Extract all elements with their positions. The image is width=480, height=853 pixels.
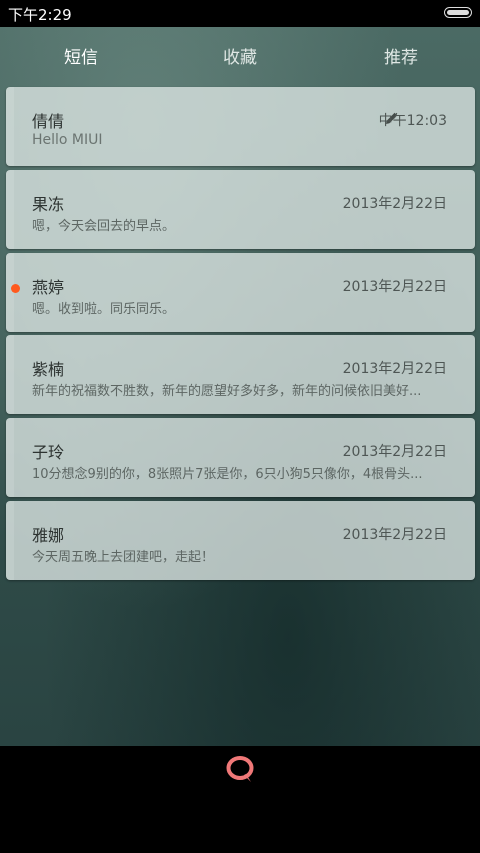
- message-date: 2013年2月22日: [342, 444, 447, 460]
- message-preview: 今天周五晚上去团建吧，走起！: [32, 550, 215, 565]
- contact-name: 雅娜: [32, 526, 65, 545]
- contact-name: 倩倩: [32, 112, 65, 131]
- message-preview: 嗯。收到啦。同乐同乐。: [32, 302, 176, 317]
- unread-dot-icon: [11, 284, 20, 293]
- conversation-item[interactable]: 紫楠 2013年2月22日 新年的祝福数不胜数，新年的愿望好多好多，新年的问候依…: [6, 335, 475, 414]
- tab-favorites[interactable]: 收藏: [223, 46, 257, 70]
- message-time: 中午12:03: [378, 113, 447, 129]
- message-date: 2013年2月22日: [342, 196, 447, 212]
- tab-recommended[interactable]: 推荐: [384, 46, 418, 70]
- status-time: 下午2:29: [8, 6, 72, 24]
- battery-icon: [444, 7, 472, 18]
- contact-name: 紫楠: [32, 360, 65, 379]
- contact-name: 子玲: [32, 443, 65, 462]
- message-preview: 新年的祝福数不胜数，新年的愿望好多好多，新年的问候依旧美好...: [32, 384, 422, 399]
- bottom-bar: [0, 746, 480, 853]
- message-date: 2013年2月22日: [342, 527, 447, 543]
- message-date: 2013年2月22日: [342, 361, 447, 377]
- status-bar: 下午2:29: [0, 0, 480, 27]
- message-date: 2013年2月22日: [342, 279, 447, 295]
- messages-screen: 短信 收藏 推荐 倩倩 中午12:03 Hello MIUI 果冻 2013年2…: [0, 27, 480, 746]
- message-preview: 10分想念9别的你，8张照片7张是你，6只小狗5只像你，4根骨头...: [32, 467, 423, 482]
- compose-message-icon[interactable]: [224, 755, 256, 785]
- tab-bar: 短信 收藏 推荐: [0, 27, 480, 87]
- conversation-item[interactable]: 雅娜 2013年2月22日 今天周五晚上去团建吧，走起！: [6, 501, 475, 580]
- contact-name: 果冻: [32, 195, 65, 214]
- message-preview: Hello MIUI: [32, 132, 103, 148]
- contact-name: 燕婷: [32, 278, 65, 297]
- conversation-item[interactable]: 果冻 2013年2月22日 嗯，今天会回去的早点。: [6, 170, 475, 249]
- conversation-item[interactable]: 燕婷 2013年2月22日 嗯。收到啦。同乐同乐。: [6, 253, 475, 332]
- message-preview: 嗯，今天会回去的早点。: [32, 219, 176, 234]
- conversation-item[interactable]: 子玲 2013年2月22日 10分想念9别的你，8张照片7张是你，6只小狗5只像…: [6, 418, 475, 497]
- tab-sms[interactable]: 短信: [64, 46, 98, 70]
- conversation-item[interactable]: 倩倩 中午12:03 Hello MIUI: [6, 87, 475, 166]
